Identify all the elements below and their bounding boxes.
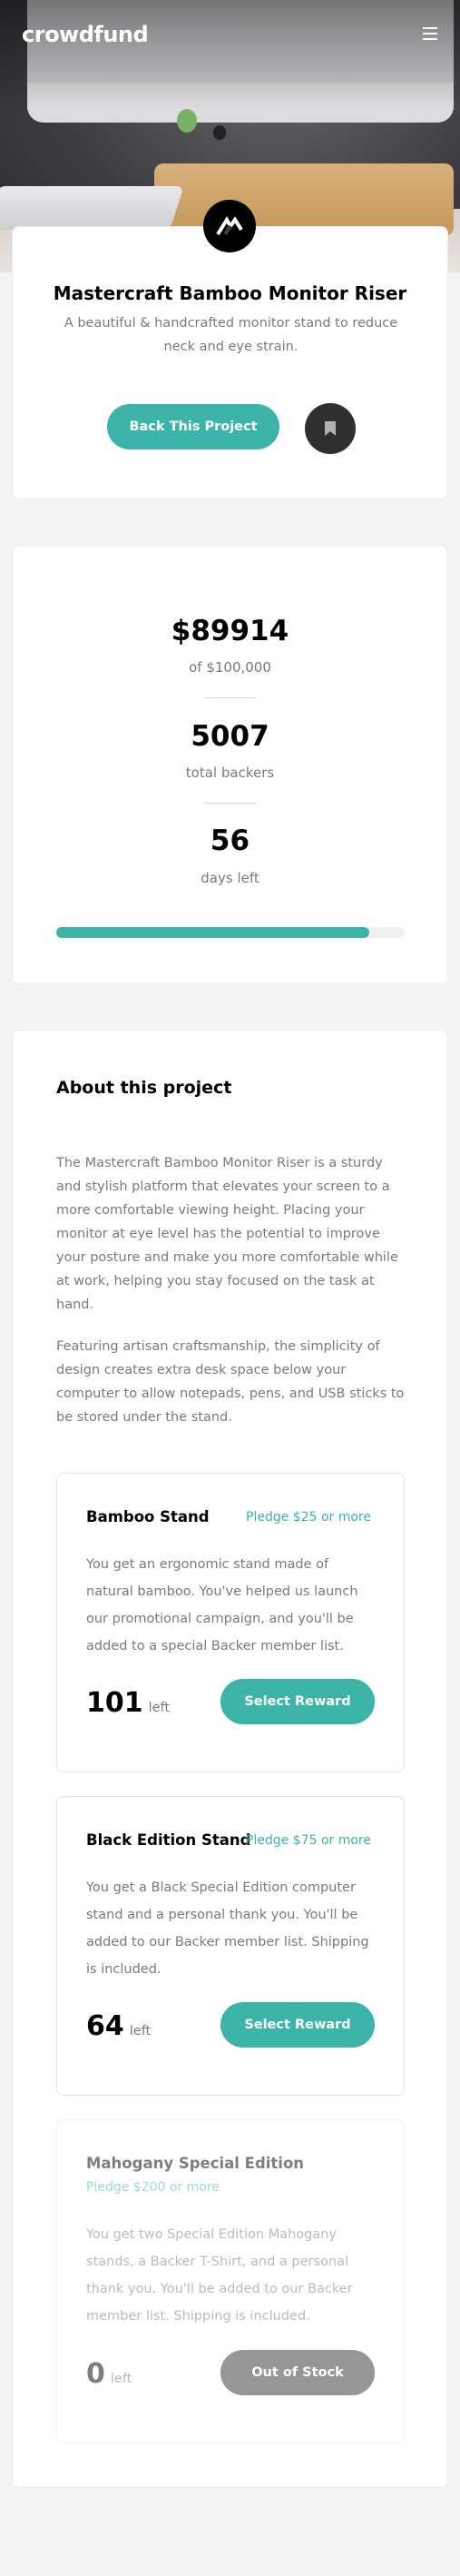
- days-left-label: days left: [201, 870, 259, 886]
- reward-card-bamboo: Bamboo Stand Pledge $25 or more You get …: [56, 1473, 405, 1772]
- reward-stock-label: left: [110, 2372, 132, 2386]
- about-paragraph: Featuring artisan craftsmanship, the sim…: [56, 1339, 405, 1425]
- reward-stock: 64 left: [86, 2010, 151, 2042]
- project-title: Mastercraft Bamboo Monitor Riser: [53, 282, 407, 304]
- intro-card: Mastercraft Bamboo Monitor Riser A beaut…: [12, 226, 448, 499]
- about-heading: About this project: [56, 1078, 232, 1098]
- total-backers-label: total backers: [185, 765, 275, 781]
- about-paragraph: The Mastercraft Bamboo Monitor Riser is …: [56, 1156, 398, 1312]
- reward-card-mahogany: Mahogany Special Edition Pledge $200 or …: [56, 2119, 405, 2443]
- reward-description: You get an ergonomic stand made of natur…: [86, 1557, 358, 1653]
- days-left: 56: [210, 824, 250, 857]
- select-reward-button[interactable]: Select Reward: [220, 1679, 375, 1724]
- amount-raised: $89914: [171, 615, 289, 647]
- reward-description: You get two Special Edition Mahogany sta…: [86, 2227, 353, 2324]
- select-reward-button[interactable]: Select Reward: [220, 2002, 375, 2048]
- reward-stock: 0 left: [86, 2358, 132, 2390]
- amount-goal-label: of $100,000: [189, 659, 271, 676]
- reward-stock-label: left: [148, 1701, 171, 1715]
- reward-stock: 101 left: [86, 1687, 170, 1719]
- divider: [205, 697, 256, 698]
- total-backers: 5007: [191, 720, 269, 753]
- divider: [205, 803, 256, 804]
- reward-card-black-edition: Black Edition Stand Pledge $75 or more Y…: [56, 1796, 405, 2096]
- bookmark-icon: [325, 421, 336, 436]
- reward-stock-count: 0: [86, 2358, 105, 2390]
- back-project-button[interactable]: Back This Project: [107, 404, 279, 449]
- bookmark-button[interactable]: [305, 403, 356, 454]
- funding-progress-fill: [56, 927, 370, 938]
- mastercraft-logo-icon: [203, 200, 256, 252]
- project-subtitle: A beautiful & handcrafted monitor stand …: [64, 316, 398, 354]
- stats-card: $89914 of $100,000 5007 total backers 56…: [12, 545, 448, 984]
- reward-name: Bamboo Stand: [86, 1508, 210, 1525]
- reward-stock-label: left: [129, 2024, 152, 2038]
- reward-name: Mahogany Special Edition: [86, 2155, 305, 2172]
- out-of-stock-button: Out of Stock: [220, 2350, 375, 2395]
- site-logo[interactable]: crowdfund: [22, 22, 149, 47]
- reward-description: You get a Black Special Edition computer…: [86, 1880, 369, 1977]
- apple-logo-icon: [213, 125, 226, 140]
- about-card: About this project The Mastercraft Bambo…: [12, 1030, 448, 2488]
- funding-progress-bar: [56, 927, 405, 938]
- reward-name: Black Edition Stand: [86, 1831, 251, 1849]
- reward-pledge: Pledge $25 or more: [246, 1510, 371, 1525]
- reward-stock-count: 64: [86, 2010, 124, 2042]
- reward-pledge: Pledge $200 or more: [86, 2180, 220, 2195]
- hamburger-icon[interactable]: [423, 27, 437, 40]
- reward-pledge: Pledge $75 or more: [246, 1833, 371, 1848]
- reward-stock-count: 101: [86, 1687, 143, 1719]
